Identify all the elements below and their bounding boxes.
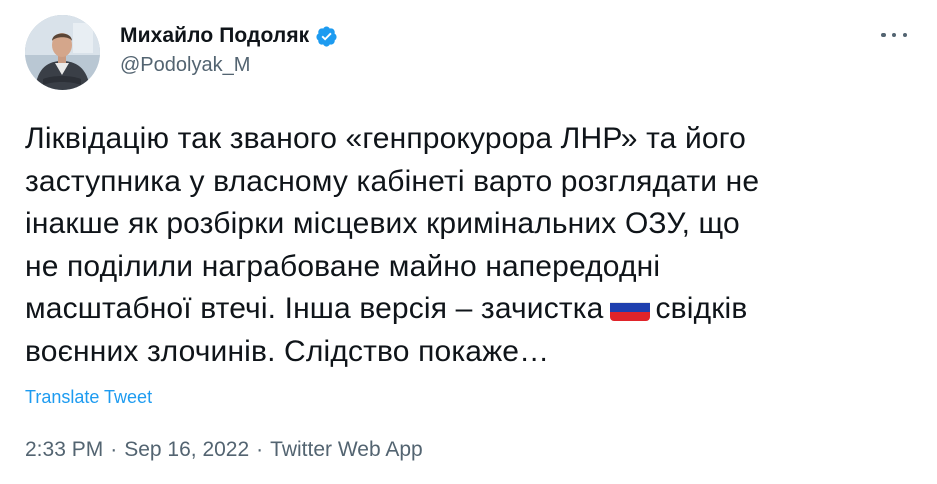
avatar[interactable] bbox=[25, 15, 100, 90]
tweet-date[interactable]: Sep 16, 2022 bbox=[124, 438, 249, 462]
tweet-card: Михайло Подоляк @Podolyak_M Ліквідацію т… bbox=[0, 0, 937, 484]
tweet-text-fragment: масштабної втечі. Інша версія – зачистка bbox=[25, 292, 604, 325]
meta-separator: · bbox=[110, 438, 118, 461]
tweet-text-line: воєнних злочинів. Слідство покаже… bbox=[25, 334, 550, 368]
more-options-button[interactable] bbox=[881, 28, 907, 42]
tweet-text-line: заступника у власному кабінеті варто роз… bbox=[25, 164, 760, 198]
tweet-text-line: інакше як розбірки місцевих кримінальних… bbox=[25, 207, 740, 240]
tweet-text: Ліквідацію так званого «генпрокурора ЛНР… bbox=[25, 118, 915, 373]
translate-tweet-link[interactable]: Translate Tweet bbox=[25, 387, 152, 408]
tweet-text-line: не поділили награбоване майно напередодн… bbox=[25, 249, 661, 283]
more-horizontal-icon bbox=[881, 32, 886, 38]
tweet-meta: 2:33 PM · Sep 16, 2022 · Twitter Web App bbox=[25, 438, 423, 462]
tweet-time[interactable]: 2:33 PM bbox=[25, 438, 103, 462]
russian-flag-emoji bbox=[609, 294, 650, 321]
author-name-row: Михайло Подоляк bbox=[120, 22, 338, 50]
tweet-source[interactable]: Twitter Web App bbox=[270, 438, 423, 462]
verified-badge-icon bbox=[315, 25, 338, 48]
tweet-text-line: масштабної втечі. Інша версія – зачистка… bbox=[25, 288, 915, 331]
tweet-text-line: Ліквідацію так званого «генпрокурора ЛНР… bbox=[25, 122, 747, 155]
author-handle[interactable]: @Podolyak_M bbox=[120, 54, 250, 77]
display-name[interactable]: Михайло Подоляк bbox=[120, 24, 309, 48]
meta-separator: · bbox=[256, 438, 264, 461]
avatar-image bbox=[25, 15, 100, 90]
tweet-text-fragment: свідків bbox=[655, 292, 748, 325]
